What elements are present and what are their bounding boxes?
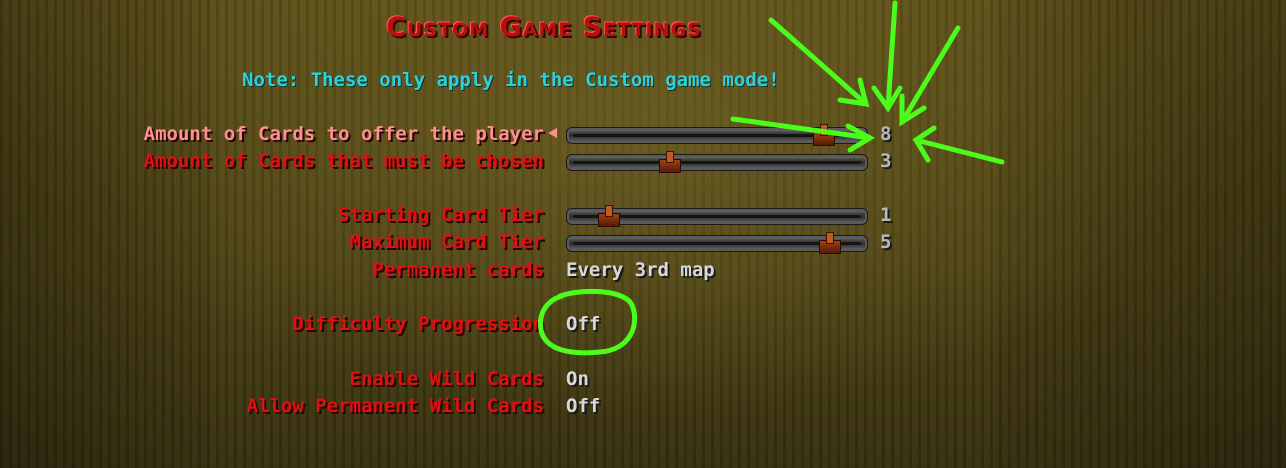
- starting-tier-label[interactable]: Starting Card Tier: [338, 203, 544, 227]
- starting-tier-slider[interactable]: [566, 205, 868, 227]
- left-arrow-icon: [548, 128, 557, 138]
- slider-thumb[interactable]: [813, 124, 836, 146]
- cards-chosen-slider[interactable]: [566, 151, 868, 173]
- cards-to-offer-value: 8: [880, 123, 892, 145]
- cards-to-offer-slider[interactable]: [566, 124, 868, 146]
- difficulty-progression-label[interactable]: Difficulty Progression: [292, 312, 544, 336]
- maximum-tier-value: 5: [880, 231, 892, 253]
- permanent-cards-label[interactable]: Permanent cards: [372, 258, 544, 282]
- allow-permanent-wild-cards-value[interactable]: Off: [566, 394, 600, 418]
- slider-track: [566, 154, 868, 171]
- starting-tier-value: 1: [880, 204, 892, 226]
- maximum-tier-slider[interactable]: [566, 232, 868, 254]
- enable-wild-cards-label[interactable]: Enable Wild Cards: [350, 367, 544, 391]
- slider-thumb[interactable]: [597, 205, 620, 227]
- slider-thumb[interactable]: [659, 151, 682, 173]
- allow-permanent-wild-cards-label[interactable]: Allow Permanent Wild Cards: [247, 394, 544, 418]
- permanent-cards-value[interactable]: Every 3rd map: [566, 258, 715, 282]
- slider-thumb[interactable]: [818, 232, 841, 254]
- floor: [0, 268, 1286, 468]
- cards-chosen-label[interactable]: Amount of Cards that must be chosen: [144, 149, 544, 173]
- cards-to-offer-label[interactable]: Amount of Cards to offer the player: [144, 122, 544, 146]
- mode-note: Note: These only apply in the Custom gam…: [242, 69, 780, 91]
- cards-chosen-value: 3: [880, 150, 892, 172]
- page-title: Custom Game Settings: [386, 12, 702, 43]
- enable-wild-cards-value[interactable]: On: [566, 367, 589, 391]
- difficulty-progression-value[interactable]: Off: [566, 312, 600, 336]
- maximum-tier-label[interactable]: Maximum Card Tier: [350, 230, 544, 254]
